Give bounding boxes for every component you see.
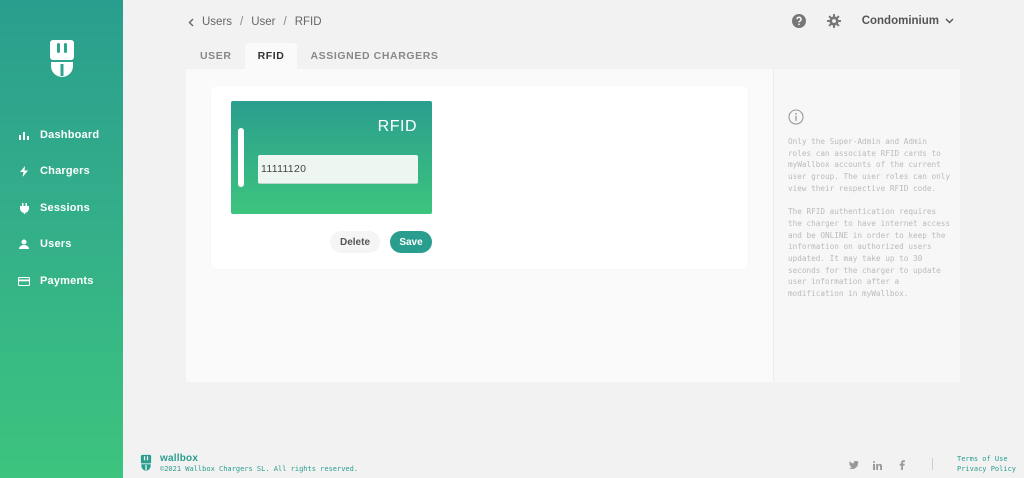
breadcrumb-item-rfid: RFID <box>294 16 322 28</box>
info-paragraph: Only the Super-Admin and Admin roles can… <box>788 137 950 193</box>
credit-card-icon <box>18 275 30 287</box>
wallbox-logo-icon <box>140 454 152 471</box>
terms-link[interactable]: Terms of Use <box>957 454 1016 464</box>
card-stripe <box>238 128 244 187</box>
info-sidebar: Only the Super-Admin and Admin roles can… <box>773 69 960 382</box>
footer-brand: wallbox ©2021 Wallbox Chargers SL. All r… <box>140 453 358 473</box>
twitter-icon[interactable] <box>848 459 860 471</box>
breadcrumb-separator: / <box>283 16 287 28</box>
sidebar-item-label: Chargers <box>40 165 90 177</box>
sidebar-item-label: Users <box>40 238 72 250</box>
header-actions: Condominium <box>792 13 954 28</box>
tab-user[interactable]: USER <box>187 43 245 69</box>
info-paragraph: The RFID authentication requires the cha… <box>788 207 950 299</box>
plug-icon <box>18 202 30 214</box>
rfid-code-field[interactable] <box>258 155 418 184</box>
help-icon[interactable] <box>792 13 807 28</box>
wallbox-logo-icon[interactable] <box>49 38 75 78</box>
breadcrumb-item-users[interactable]: Users <box>202 16 232 28</box>
gear-icon[interactable] <box>827 13 842 28</box>
breadcrumb-item-user[interactable]: User <box>251 16 275 28</box>
tab-rfid[interactable]: RFID <box>244 43 298 69</box>
footer-divider <box>932 458 933 470</box>
content-panel: RFID Delete Save Only the Super-Admin an… <box>186 69 960 382</box>
sidebar-item-label: Dashboard <box>40 129 100 141</box>
delete-button[interactable]: Delete <box>330 231 380 253</box>
organization-name: Condominium <box>861 14 939 27</box>
bar-chart-icon <box>18 129 30 141</box>
info-icon <box>788 109 804 125</box>
user-icon <box>18 238 30 250</box>
sidebar-item-payments[interactable]: Payments <box>18 271 94 291</box>
social-links <box>896 459 908 471</box>
tab-bar: USER RFID ASSIGNED CHARGERS <box>187 43 452 69</box>
info-text: Only the Super-Admin and Admin roles can… <box>788 136 950 312</box>
chevron-down-icon <box>945 18 954 23</box>
rfid-code-input[interactable] <box>258 155 418 183</box>
facebook-icon[interactable] <box>896 459 908 471</box>
brand-name: wallbox <box>160 453 199 464</box>
chevron-left-icon[interactable] <box>188 18 194 27</box>
social-links <box>848 459 860 471</box>
sidebar: Dashboard Chargers Sessions Users Paymen… <box>0 0 123 478</box>
breadcrumb-separator: / <box>240 16 244 28</box>
sidebar-item-chargers[interactable]: Chargers <box>18 161 90 181</box>
sidebar-item-users[interactable]: Users <box>18 234 72 254</box>
sidebar-item-label: Sessions <box>40 202 90 214</box>
bolt-icon <box>18 165 30 177</box>
tab-assigned-chargers[interactable]: ASSIGNED CHARGERS <box>297 43 451 69</box>
sidebar-item-sessions[interactable]: Sessions <box>18 198 90 218</box>
organization-select[interactable]: Condominium <box>862 15 954 27</box>
social-links <box>871 459 883 471</box>
rfid-card-title: RFID <box>377 118 417 135</box>
privacy-link[interactable]: Privacy Policy <box>957 464 1016 474</box>
sidebar-item-dashboard[interactable]: Dashboard <box>18 125 99 145</box>
linkedin-icon[interactable] <box>871 459 883 471</box>
breadcrumb: Users / User / RFID <box>188 14 322 30</box>
rfid-card-container: RFID Delete Save <box>211 86 748 269</box>
save-button[interactable]: Save <box>390 231 432 253</box>
copyright-text: ©2021 Wallbox Chargers SL. All rights re… <box>160 465 359 473</box>
sidebar-item-label: Payments <box>40 275 94 287</box>
footer-links: Terms of Use Privacy Policy <box>957 454 1016 474</box>
rfid-card: RFID <box>231 101 432 214</box>
